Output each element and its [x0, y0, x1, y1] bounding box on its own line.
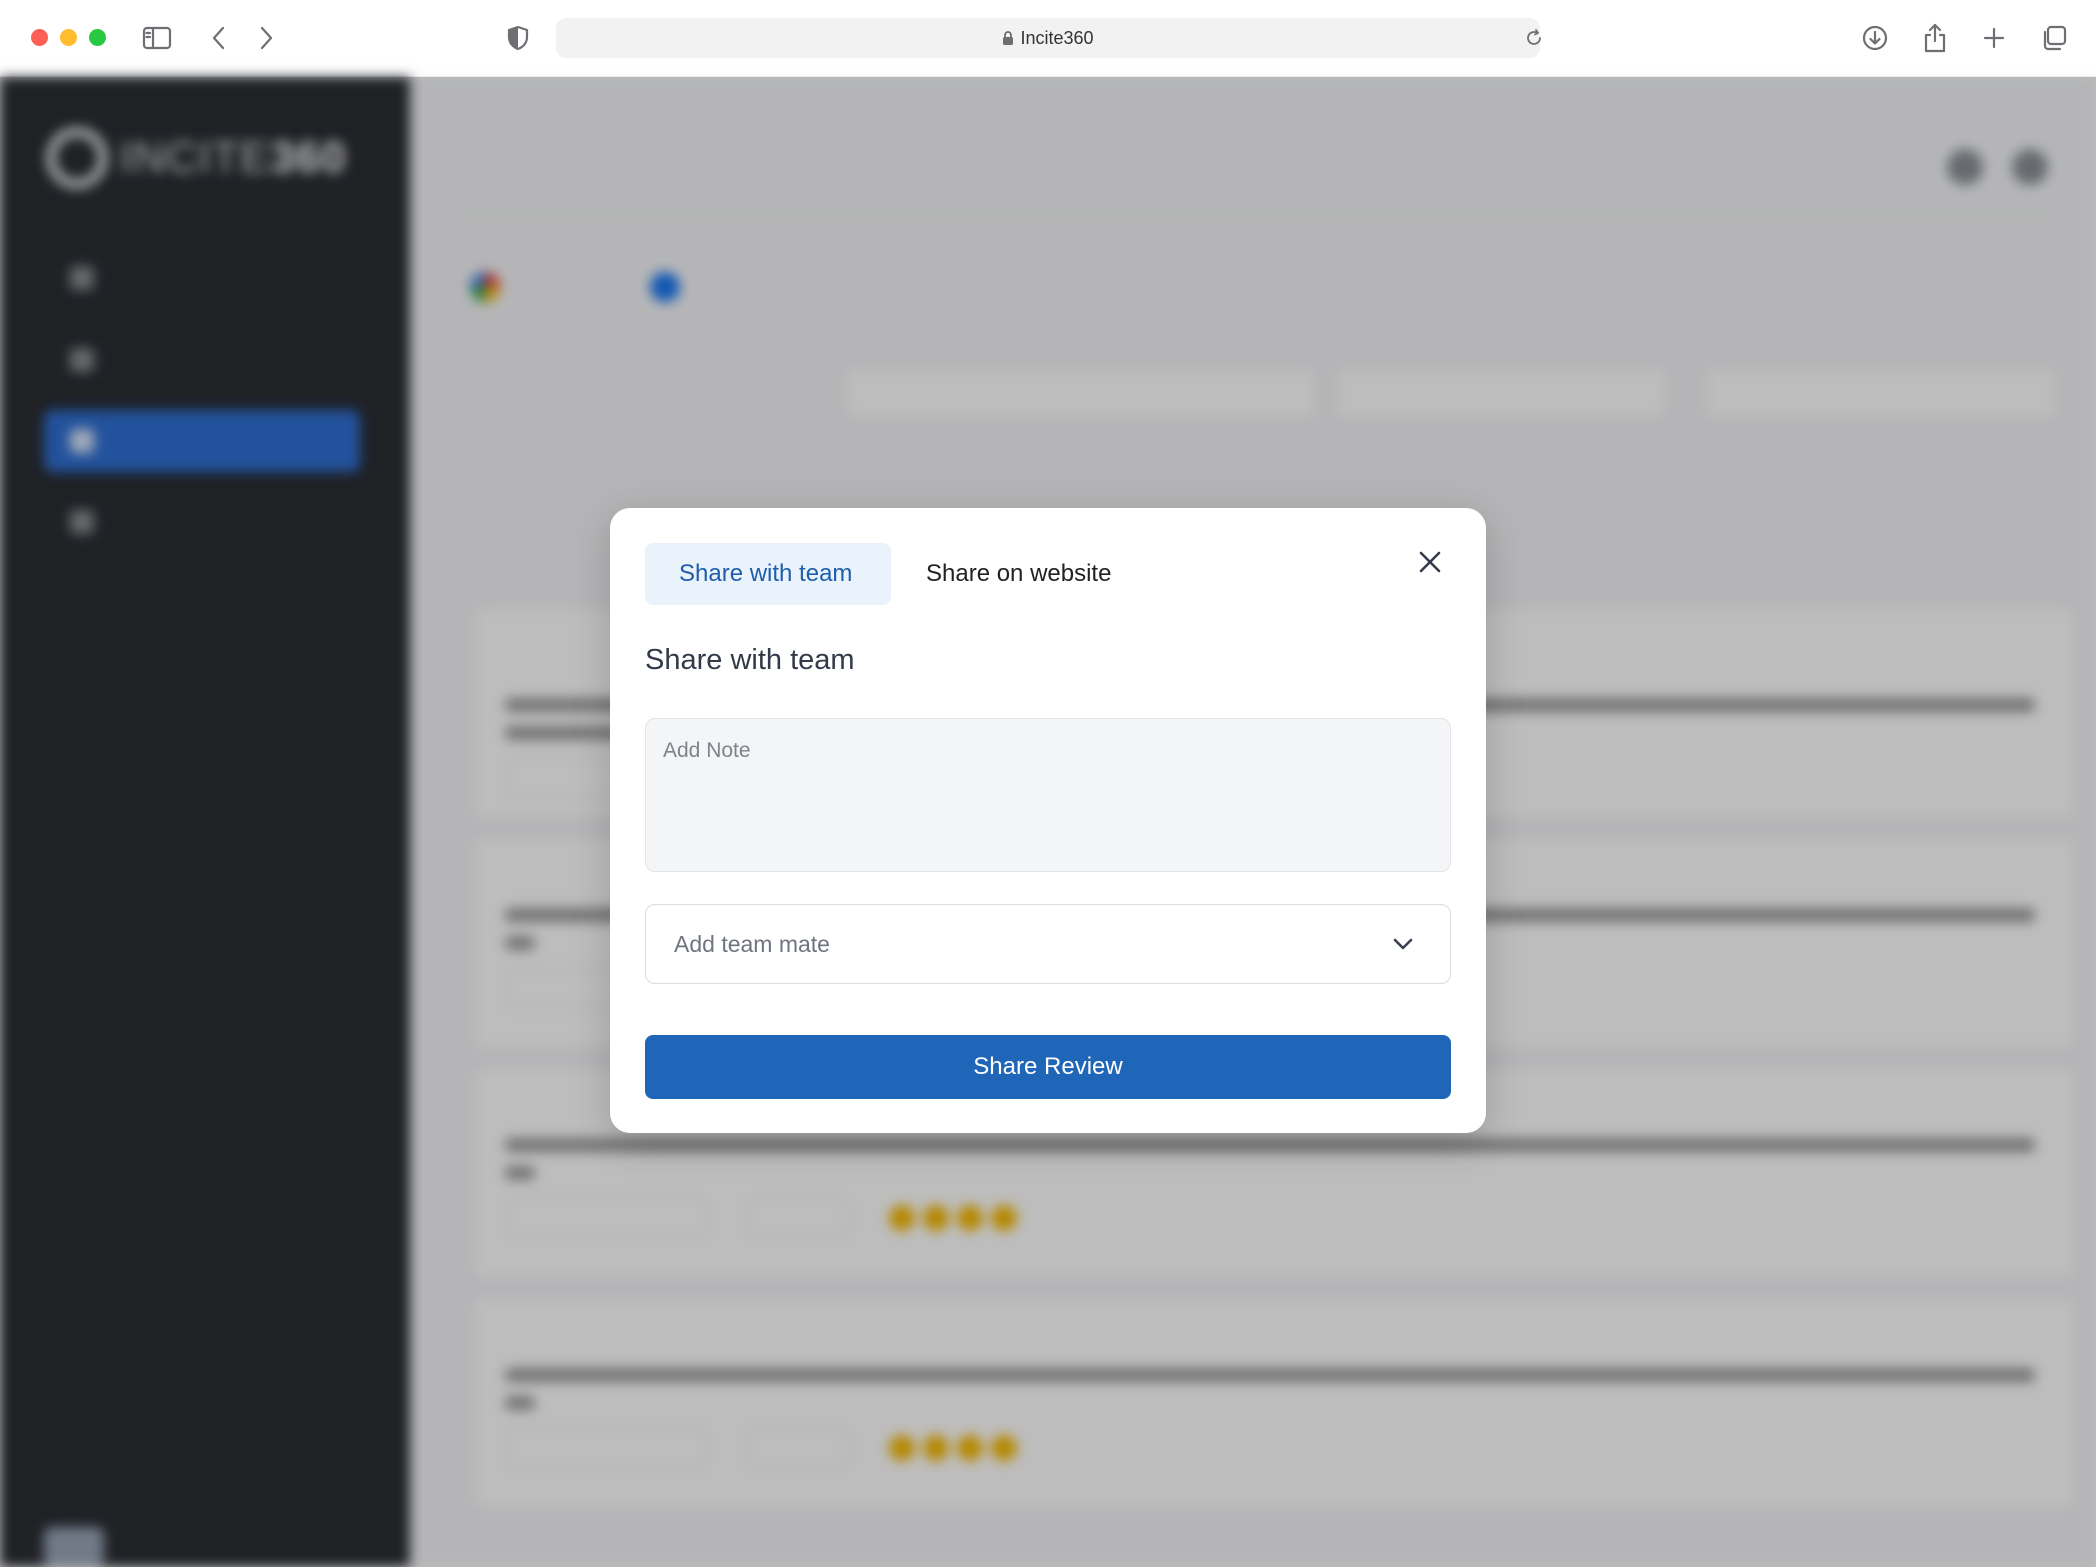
- close-window-button[interactable]: [31, 29, 48, 46]
- address-bar[interactable]: Incite360: [556, 18, 1541, 58]
- share-icon[interactable]: [1919, 22, 1951, 54]
- chevron-down-icon: [1393, 938, 1413, 950]
- close-button[interactable]: [1412, 544, 1448, 580]
- tab-share-with-team[interactable]: Share with team: [645, 543, 891, 605]
- new-tab-plus-icon[interactable]: [1978, 22, 2010, 54]
- add-note-field[interactable]: [645, 718, 1451, 872]
- forward-arrow-icon[interactable]: [250, 22, 282, 54]
- close-icon: [1419, 551, 1441, 573]
- privacy-shield-icon[interactable]: [502, 22, 534, 54]
- browser-toolbar: Incite360: [0, 0, 2096, 77]
- add-teammate-select[interactable]: Add team mate: [645, 904, 1451, 984]
- share-review-modal: Share with team Share on website Share w…: [610, 508, 1486, 1133]
- tab-share-on-website[interactable]: Share on website: [892, 543, 1145, 605]
- reload-icon[interactable]: [1518, 22, 1550, 54]
- sidebar-toggle-icon[interactable]: [141, 22, 173, 54]
- url-label: Incite360: [1020, 28, 1094, 48]
- share-review-button[interactable]: Share Review: [645, 1035, 1451, 1099]
- lock-icon: [1002, 30, 1014, 51]
- add-teammate-placeholder: Add team mate: [674, 930, 830, 957]
- download-icon[interactable]: [1859, 22, 1891, 54]
- back-arrow-icon[interactable]: [203, 22, 235, 54]
- minimize-window-button[interactable]: [60, 29, 77, 46]
- address-bar-text: Incite360: [556, 28, 1540, 51]
- zoom-window-button[interactable]: [89, 29, 106, 46]
- modal-heading: Share with team: [645, 644, 855, 676]
- tab-overview-icon[interactable]: [2038, 22, 2070, 54]
